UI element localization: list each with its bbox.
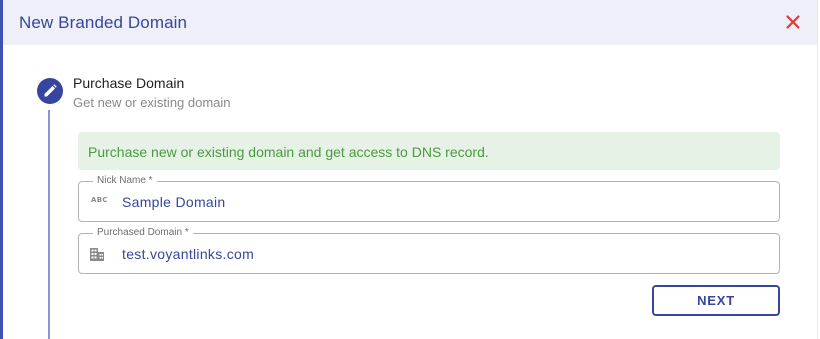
step-subtitle: Get new or existing domain <box>73 95 231 110</box>
abc-icon: ABC <box>91 196 108 204</box>
info-alert: Purchase new or existing domain and get … <box>78 132 780 170</box>
next-button-label: NEXT <box>697 293 735 308</box>
dialog-title: New Branded Domain <box>19 13 188 32</box>
close-icon <box>786 15 800 29</box>
step-title: Purchase Domain <box>73 75 185 91</box>
nick-name-value[interactable]: Sample Domain <box>122 194 226 210</box>
nick-name-label: Nick Name * <box>93 175 157 187</box>
next-button[interactable]: NEXT <box>652 285 780 316</box>
purchased-domain-value[interactable]: test.voyantlinks.com <box>122 246 254 262</box>
purchased-domain-field[interactable]: Purchased Domain * test.voyantlinks.com <box>78 227 780 274</box>
info-alert-text: Purchase new or existing domain and get … <box>88 144 489 160</box>
dialog-header: New Branded Domain <box>3 0 817 45</box>
building-icon <box>90 248 104 261</box>
nick-name-field[interactable]: Nick Name * ABC Sample Domain <box>78 175 780 222</box>
pencil-icon <box>37 78 63 104</box>
branded-domain-dialog: New Branded Domain Purchase Domain Get n… <box>0 0 818 339</box>
close-button[interactable] <box>783 12 803 32</box>
purchased-domain-label: Purchased Domain * <box>93 227 193 239</box>
stepper-connector <box>48 110 50 339</box>
